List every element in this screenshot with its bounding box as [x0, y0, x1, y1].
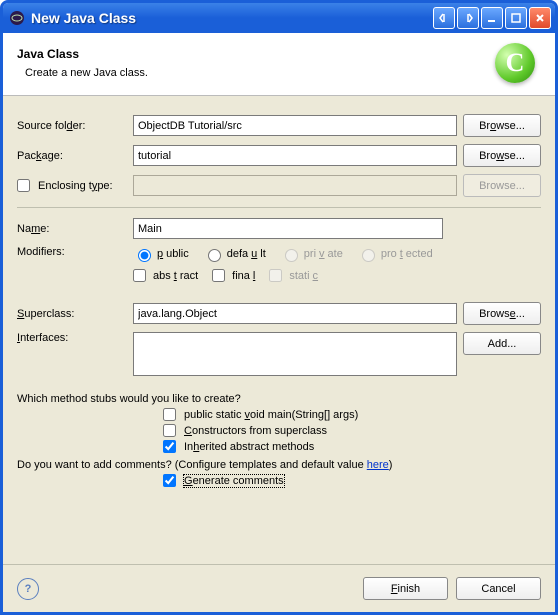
shrink-right-button[interactable] — [457, 7, 479, 29]
close-button[interactable] — [529, 7, 551, 29]
help-icon[interactable]: ? — [17, 578, 39, 600]
enclosing-type-input — [133, 175, 457, 196]
generate-comments-checkbox[interactable]: Generate comments — [163, 474, 541, 487]
name-input[interactable] — [133, 218, 443, 239]
comments-question: Do you want to add comments? (Configure … — [17, 459, 541, 471]
window-title: New Java Class — [31, 10, 433, 26]
interfaces-add-button[interactable]: Add... — [463, 332, 541, 355]
package-input[interactable] — [133, 145, 457, 166]
main-method-checkbox[interactable]: public static void main(String[] args) — [163, 408, 541, 421]
source-folder-browse-button[interactable]: Browse... — [463, 114, 541, 137]
titlebar: New Java Class — [3, 3, 555, 33]
package-browse-button[interactable]: Browse... — [463, 144, 541, 167]
banner-title: Java Class — [17, 47, 495, 61]
default-radio[interactable]: default — [203, 246, 266, 262]
enclosing-type-browse-button: Browse... — [463, 174, 541, 197]
shrink-left-button[interactable] — [433, 7, 455, 29]
banner-subtitle: Create a new Java class. — [25, 67, 495, 79]
superclass-browse-button[interactable]: Browse... — [463, 302, 541, 325]
static-checkbox: static — [269, 269, 318, 282]
other-modifier-group: abstract final static — [133, 266, 541, 285]
form-area: Source folder: Browse... Package: Browse… — [3, 96, 555, 564]
configure-templates-link[interactable]: here — [367, 459, 389, 471]
interfaces-label: Interfaces: — [17, 332, 127, 344]
final-checkbox[interactable]: final — [212, 269, 255, 282]
name-label: Name: — [17, 223, 127, 235]
access-modifier-group: public default private protected — [133, 246, 541, 262]
cancel-button[interactable]: Cancel — [456, 577, 541, 600]
public-radio[interactable]: public — [133, 246, 189, 262]
class-icon: C — [495, 43, 535, 83]
private-radio: private — [280, 246, 343, 262]
enclosing-type-label: Enclosing type: — [17, 179, 127, 192]
maximize-button[interactable] — [505, 7, 527, 29]
enclosing-type-checkbox[interactable] — [17, 179, 30, 192]
inherited-methods-checkbox[interactable]: Inherited abstract methods — [163, 440, 541, 453]
abstract-checkbox[interactable]: abstract — [133, 269, 198, 282]
constructors-checkbox[interactable]: Constructors from superclass — [163, 424, 541, 437]
dialog-window: New Java Class Java Class Create a new J… — [0, 0, 558, 615]
eclipse-icon — [9, 10, 25, 26]
source-folder-input[interactable] — [133, 115, 457, 136]
method-stubs-question: Which method stubs would you like to cre… — [17, 393, 541, 405]
modifiers-label: Modifiers: — [17, 246, 127, 258]
superclass-label: Superclass: — [17, 308, 127, 320]
protected-radio: protected — [357, 246, 433, 262]
minimize-button[interactable] — [481, 7, 503, 29]
footer: ? Finish Cancel — [3, 564, 555, 612]
interfaces-list[interactable] — [133, 332, 457, 376]
finish-button[interactable]: Finish — [363, 577, 448, 600]
separator — [17, 207, 541, 208]
window-buttons — [433, 7, 551, 29]
banner: Java Class Create a new Java class. C — [3, 33, 555, 96]
superclass-input[interactable] — [133, 303, 457, 324]
source-folder-label: Source folder: — [17, 120, 127, 132]
package-label: Package: — [17, 150, 127, 162]
